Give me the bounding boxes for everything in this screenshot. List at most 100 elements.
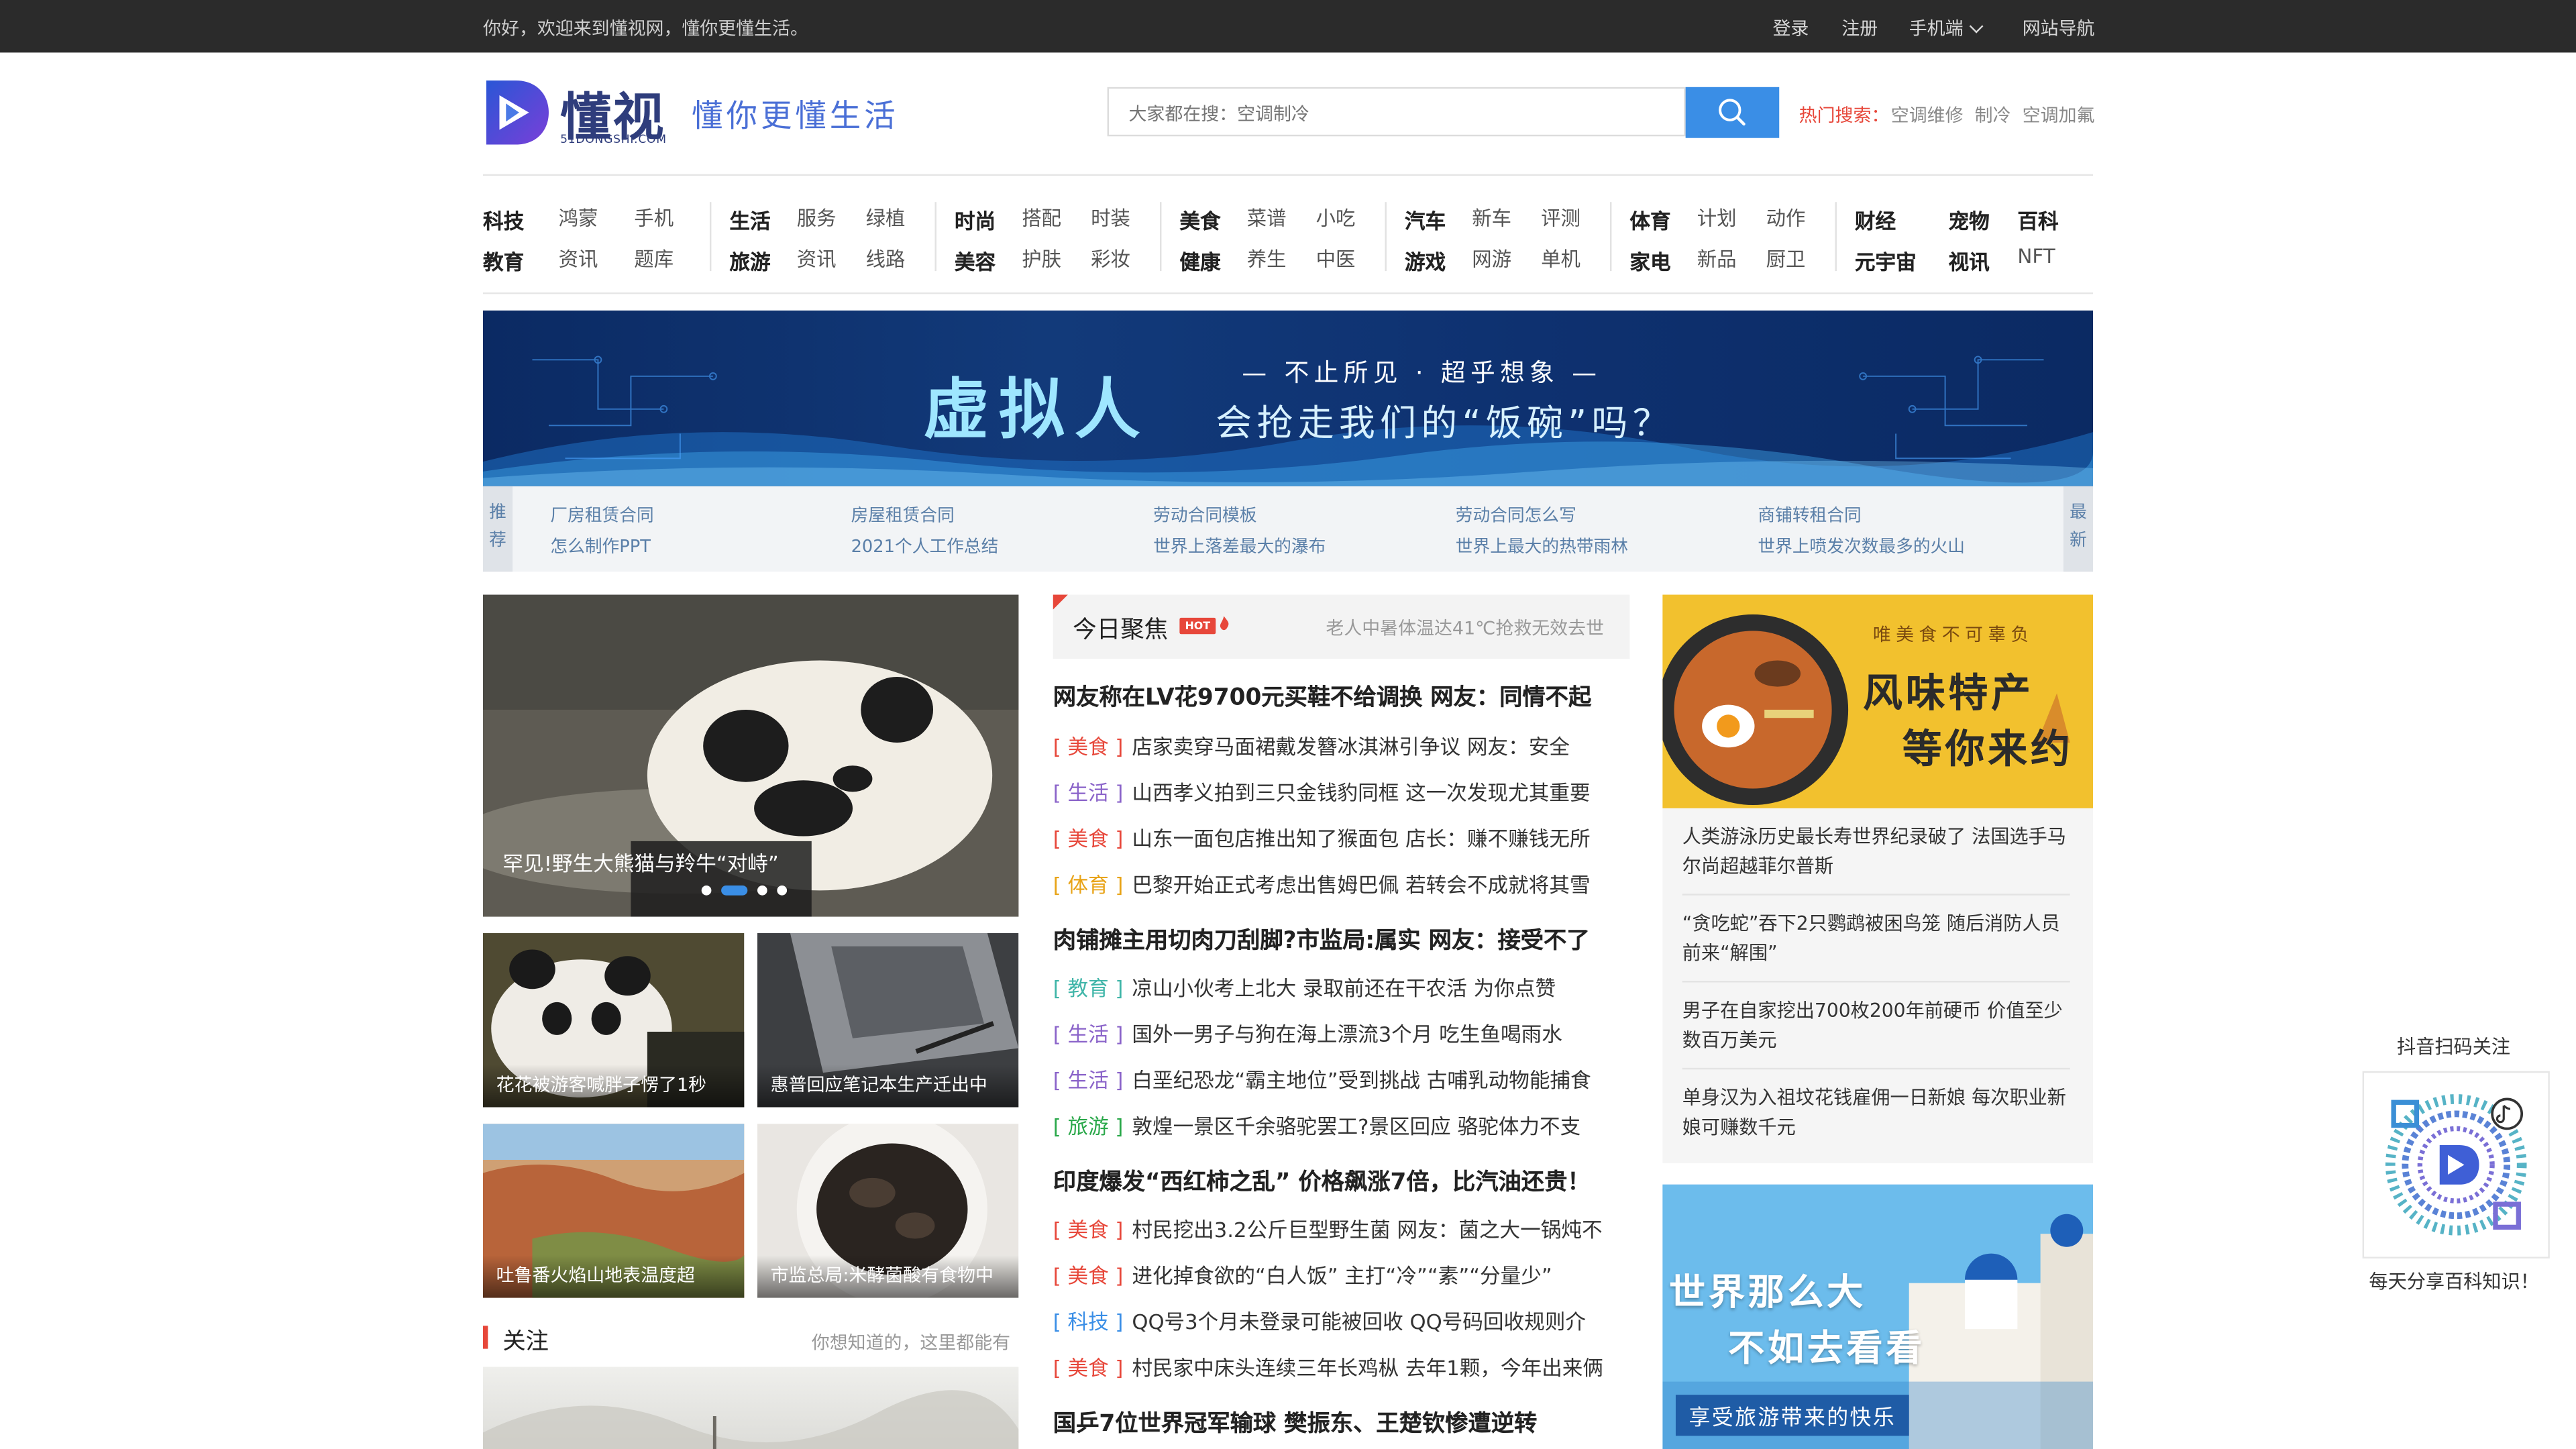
recommend-link[interactable]: 世界上最大的热带雨林 [1456,534,1628,559]
news-tag[interactable]: [ 美食 ] [1053,1350,1132,1382]
recommend-link[interactable]: 劳动合同怎么写 [1456,502,1576,527]
travel-ad[interactable]: 世界那么大 不如去看看 享受旅游带来的快乐 [1662,1184,2094,1449]
nav-item[interactable]: 搭配 [1022,204,1061,232]
thumb-card[interactable]: 吐鲁番火焰山地表温度超 [483,1124,745,1298]
carousel-dot[interactable] [701,884,712,895]
news-tag[interactable]: [ 科技 ] [1053,1304,1132,1336]
nav-item[interactable]: 家电 [1629,245,1670,276]
nav-item[interactable]: 新车 [1472,204,1511,232]
news-headline[interactable]: 肉铺摊主用切肉刀刮脚?市监局:属实 网友：接受不了 [1053,923,1590,956]
news-text[interactable]: 村民挖出3.2公斤巨型野生菌 网友：菌之大一锅炖不 [1132,1218,1602,1242]
nav-item[interactable]: 视讯 [1948,245,1989,276]
nav-item[interactable]: 生活 [729,204,770,235]
thumb-card[interactable]: 市监总局:米酵菌酸有食物中 [757,1124,1019,1298]
news-headline[interactable]: 印度爆发“西红柿之乱” 价格飙涨7倍，比汽油还贵！ [1053,1165,1591,1197]
news-item[interactable]: [ 生活 ] 白垩纪恐龙“霸主地位”受到挑战 古哺乳动物能捕食 [1053,1063,1591,1094]
nav-item[interactable]: 汽车 [1405,204,1446,235]
news-text[interactable]: 店家卖穿马面裙戴发簪冰淇淋引争议 网友：安全 [1132,735,1570,759]
nav-item[interactable]: 体育 [1629,204,1670,235]
news-tag[interactable]: [ 美食 ] [1053,821,1132,853]
thumb-card[interactable]: 花花被游客喊胖子愣了1秒 [483,933,745,1108]
nav-item[interactable]: 线路 [866,245,906,273]
news-tag[interactable]: [ 旅游 ] [1053,1109,1132,1140]
news-text[interactable]: QQ号3个月未登录可能被回收 QQ号码回收规则介 [1132,1309,1586,1334]
recommend-link[interactable]: 劳动合同模板 [1153,502,1256,527]
news-text[interactable]: 村民家中床头连续三年长鸡枞 去年1颗，今年出来俩 [1132,1355,1603,1380]
recommend-link[interactable]: 世界上喷发次数最多的火山 [1758,534,1965,559]
side-news-item[interactable]: 男子在自家挖出700枚200年前硬币 价值至少数百万美元 [1682,996,2070,1055]
nav-item[interactable]: 百科 [2017,204,2058,235]
news-tag[interactable]: [ 生活 ] [1053,1063,1132,1094]
nav-item[interactable]: NFT [2017,245,2055,268]
news-item[interactable]: [ 生活 ] 国外一男子与狗在海上漂流3个月 吃生鱼喝雨水 [1053,1017,1562,1049]
nav-item[interactable]: 单机 [1541,245,1580,273]
nav-item[interactable]: 绿植 [866,204,906,232]
news-headline[interactable]: 网友称在LV花9700元买鞋不给调换 网友：同情不起 [1053,680,1591,713]
news-tag[interactable]: [ 美食 ] [1053,1212,1132,1244]
follow-image[interactable] [483,1366,1019,1449]
recommend-link[interactable]: 商铺转租合同 [1758,502,1861,527]
recommend-link[interactable]: 房屋租赁合同 [851,502,955,527]
nav-item[interactable]: 菜谱 [1247,204,1287,232]
recommend-link[interactable]: 怎么制作PPT [550,534,651,559]
recommend-link[interactable]: 世界上落差最大的瀑布 [1153,534,1326,559]
nav-item[interactable]: 健康 [1179,245,1220,276]
carousel[interactable]: 罕见!野生大熊猫与羚牛“对峙” [483,594,1019,917]
news-tag[interactable]: [ 生活 ] [1053,1017,1132,1049]
nav-item[interactable]: 时装 [1091,204,1130,232]
news-item[interactable]: [ 美食 ] 村民挖出3.2公斤巨型野生菌 网友：菌之大一锅炖不 [1053,1212,1603,1244]
news-tag[interactable]: [ 教育 ] [1053,971,1132,1002]
nav-item[interactable]: 题库 [634,245,674,273]
carousel-dot[interactable] [757,884,767,895]
nav-item[interactable]: 美容 [955,245,996,276]
news-text[interactable]: 白垩纪恐龙“霸主地位”受到挑战 古哺乳动物能捕食 [1132,1068,1591,1093]
news-item[interactable]: [ 教育 ] 凉山小伙考上北大 录取前还在干农活 为你点赞 [1053,971,1556,1002]
news-item[interactable]: [ 美食 ] 进化掉食欲的“白人饭” 主打“冷”“素”“分量少” [1053,1258,1552,1290]
news-text[interactable]: 山东一面包店推出知了猴面包 店长：赚不赚钱无所 [1132,826,1590,851]
nav-item[interactable]: 动作 [1766,204,1806,232]
food-ad[interactable]: 唯美食不可辜负 风味特产 等你来约 [1662,594,2094,808]
nav-item[interactable]: 中医 [1316,245,1356,273]
qr-code[interactable] [2362,1071,2550,1258]
nav-item[interactable]: 护肤 [1022,245,1061,273]
banner-ad[interactable]: 虚拟人 — 不止所见 · 超乎想象 — 会抢走我们的“饭碗”吗？ [483,310,2094,486]
focus-headline-right[interactable]: 老人中暑体温达41℃抢救无效去世 [1326,614,1604,641]
nav-item[interactable]: 服务 [797,204,837,232]
side-news-item[interactable]: 人类游泳历史最长寿世界纪录破了 法国选手马尔尚超越菲尔普斯 [1682,821,2070,880]
news-tag[interactable]: [ 体育 ] [1053,867,1132,899]
nav-item[interactable]: 宠物 [1948,204,1989,235]
news-item[interactable]: [ 科技 ] QQ号3个月未登录可能被回收 QQ号码回收规则介 [1053,1304,1586,1336]
side-news-item[interactable]: 单身汉为入祖坟花钱雇佣一日新娘 每次职业新娘可赚数千元 [1682,1083,2070,1142]
nav-item[interactable]: 鸿蒙 [559,204,598,232]
thumb-card[interactable]: 惠普回应笔记本生产迁出中 [757,933,1019,1108]
nav-item[interactable]: 资讯 [797,245,837,273]
news-item[interactable]: [ 生活 ] 山西孝义拍到三只金钱豹同框 这一次发现尤其重要 [1053,775,1591,807]
nav-item[interactable]: 时尚 [955,204,996,235]
news-text[interactable]: 国外一男子与狗在海上漂流3个月 吃生鱼喝雨水 [1132,1022,1562,1046]
news-text[interactable]: 敦煌一景区千余骆驼罢工?景区回应 骆驼体力不支 [1132,1114,1580,1138]
carousel-dot-active[interactable] [721,884,748,895]
news-text[interactable]: 进化掉食欲的“白人饭” 主打“冷”“素”“分量少” [1132,1263,1552,1288]
news-headline[interactable]: 国乒7位世界冠军输球 樊振东、王楚钦惨遭逆转 [1053,1406,1538,1439]
nav-item[interactable]: 教育 [483,245,524,276]
news-item[interactable]: [ 美食 ] 山东一面包店推出知了猴面包 店长：赚不赚钱无所 [1053,821,1591,853]
news-tag[interactable]: [ 美食 ] [1053,729,1132,761]
nav-item[interactable]: 手机 [634,204,674,232]
news-text[interactable]: 凉山小伙考上北大 录取前还在干农活 为你点赞 [1132,976,1556,1001]
news-item[interactable]: [ 体育 ] 巴黎开始正式考虑出售姆巴佩 若转会不成就将其雪 [1053,867,1591,899]
nav-item[interactable]: 科技 [483,204,524,235]
nav-item[interactable]: 元宇宙 [1855,245,1917,276]
nav-item[interactable]: 游戏 [1405,245,1446,276]
nav-item[interactable]: 养生 [1247,245,1287,273]
nav-item[interactable]: 评测 [1541,204,1580,232]
news-item[interactable]: [ 美食 ] 村民家中床头连续三年长鸡枞 去年1颗，今年出来俩 [1053,1350,1603,1382]
news-tag[interactable]: [ 生活 ] [1053,775,1132,807]
nav-item[interactable]: 厨卫 [1766,245,1806,273]
news-item[interactable]: [ 美食 ] 店家卖穿马面裙戴发簪冰淇淋引争议 网友：安全 [1053,729,1570,761]
carousel-dot[interactable] [777,884,788,895]
news-text[interactable]: 巴黎开始正式考虑出售姆巴佩 若转会不成就将其雪 [1132,872,1590,897]
nav-item[interactable]: 计划 [1697,204,1737,232]
news-text[interactable]: 山西孝义拍到三只金钱豹同框 这一次发现尤其重要 [1132,780,1590,805]
nav-item[interactable]: 资讯 [559,245,598,273]
nav-item[interactable]: 彩妆 [1091,245,1130,273]
